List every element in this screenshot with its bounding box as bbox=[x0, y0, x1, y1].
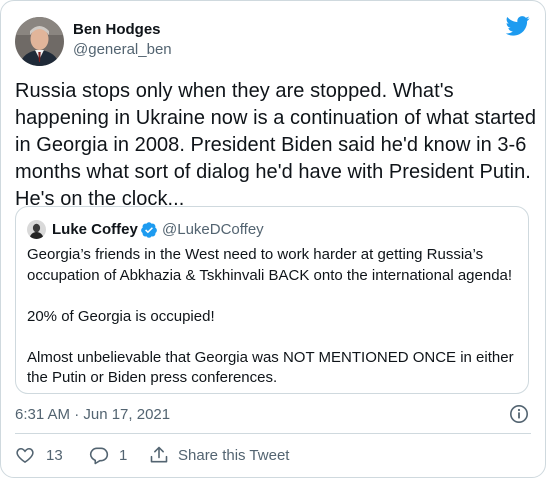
like-button[interactable]: 13 bbox=[15, 445, 63, 465]
reply-count: 1 bbox=[119, 446, 128, 464]
quoted-author-avatar[interactable] bbox=[27, 220, 46, 239]
quoted-author-name[interactable]: Luke Coffey bbox=[52, 221, 138, 238]
reply-icon bbox=[89, 445, 109, 465]
verified-badge-icon bbox=[140, 221, 158, 239]
tweet-card[interactable]: Ben Hodges @general_ben Russia stops onl… bbox=[0, 0, 546, 478]
share-button[interactable]: Share this Tweet bbox=[149, 445, 289, 465]
quoted-paragraph: Almost unbelievable that Georgia was NOT… bbox=[27, 348, 514, 387]
author-handle[interactable]: @general_ben bbox=[73, 41, 172, 58]
tweet-body: Russia stops only when they are stopped.… bbox=[15, 80, 537, 210]
tweet-timestamp[interactable]: 6:31 AM · Jun 17, 2021 bbox=[15, 406, 170, 423]
info-icon[interactable] bbox=[509, 404, 529, 424]
share-label: Share this Tweet bbox=[178, 446, 290, 464]
quoted-tweet[interactable]: Luke Coffey @LukeDCoffey Georgia’s frien… bbox=[15, 206, 529, 394]
quoted-paragraph: Georgia’s friends in the West need to wo… bbox=[27, 246, 513, 284]
quoted-author-handle[interactable]: @LukeDCoffey bbox=[162, 221, 264, 238]
quoted-paragraph: 20% of Georgia is occupied! bbox=[27, 307, 215, 325]
author-name[interactable]: Ben Hodges bbox=[73, 21, 161, 38]
author-avatar[interactable] bbox=[15, 17, 64, 66]
heart-icon bbox=[15, 445, 35, 465]
twitter-bird-icon[interactable] bbox=[505, 16, 530, 36]
share-icon bbox=[149, 445, 169, 465]
like-count: 13 bbox=[46, 446, 63, 464]
divider bbox=[15, 433, 531, 434]
reply-button[interactable]: 1 bbox=[89, 445, 127, 465]
quoted-tweet-body: Georgia’s friends in the West need to wo… bbox=[27, 245, 521, 409]
